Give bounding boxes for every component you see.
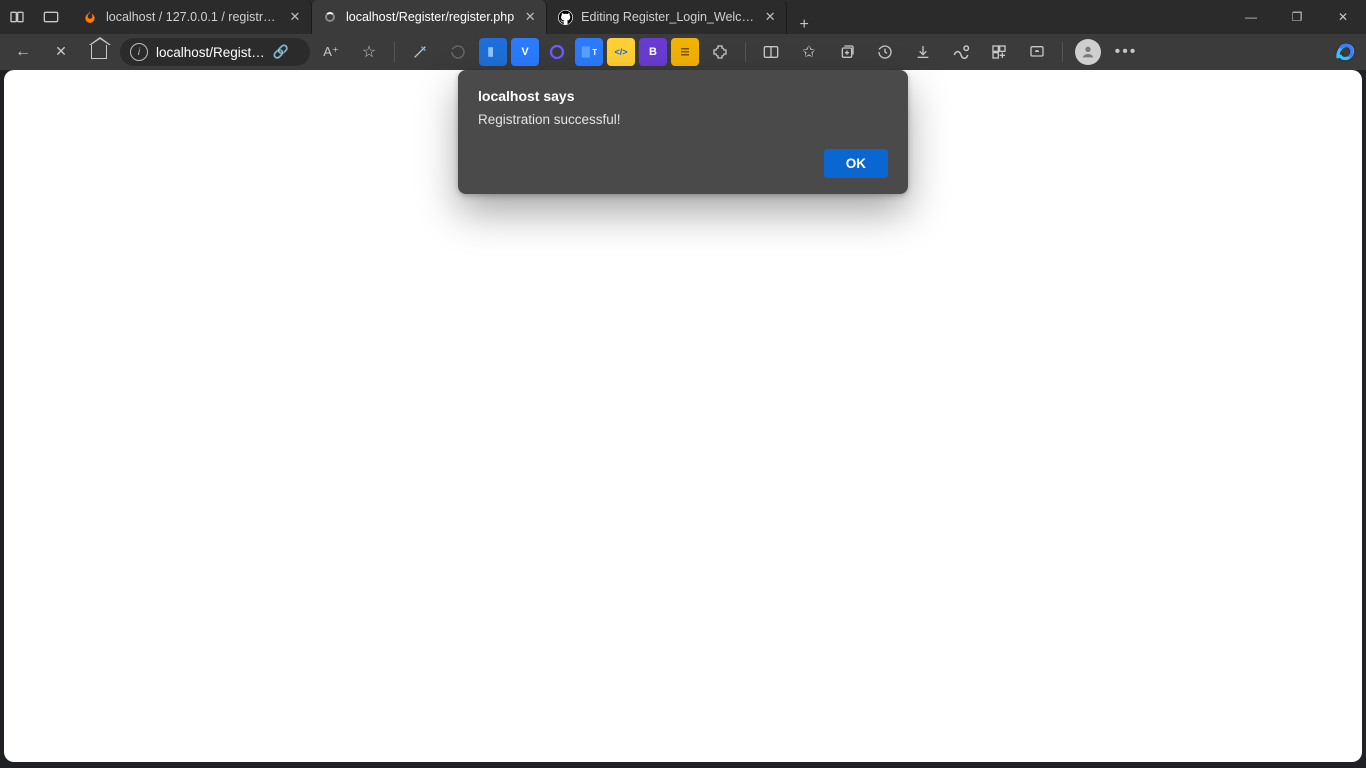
dialog-title: localhost says bbox=[478, 88, 888, 104]
favorites-star-icon[interactable]: ☆ bbox=[352, 37, 386, 67]
flame-icon bbox=[82, 9, 98, 25]
minimize-button[interactable]: — bbox=[1228, 0, 1274, 34]
extension-blue-square-icon[interactable] bbox=[479, 38, 507, 66]
tab-register-php[interactable]: localhost/Register/register.php ✕ bbox=[312, 0, 547, 34]
extension-b-icon[interactable]: B bbox=[639, 38, 667, 66]
maximize-button[interactable]: ❐ bbox=[1274, 0, 1320, 34]
avatar-icon bbox=[1075, 39, 1101, 65]
address-bar[interactable]: i localhost/Regist… 🔗 bbox=[120, 38, 310, 66]
loading-icon bbox=[322, 9, 338, 25]
copilot-icon[interactable] bbox=[1330, 36, 1362, 68]
window-controls: — ❐ ✕ bbox=[1228, 0, 1366, 34]
new-tab-button[interactable]: + bbox=[787, 16, 821, 34]
apps-icon[interactable] bbox=[982, 37, 1016, 67]
refresh-disabled-icon bbox=[441, 37, 475, 67]
performance-icon[interactable] bbox=[944, 37, 978, 67]
ie-mode-icon[interactable] bbox=[1020, 37, 1054, 67]
collections-icon[interactable] bbox=[830, 37, 864, 67]
home-button[interactable] bbox=[82, 37, 116, 67]
tab-title: localhost / 127.0.0.1 / registratio bbox=[106, 10, 279, 24]
dialog-actions: OK bbox=[478, 149, 888, 178]
more-menu-icon[interactable]: ••• bbox=[1109, 37, 1143, 67]
toolbar: i localhost/Regist… 🔗 A⁺ ☆ V T </> B bbox=[0, 34, 1366, 70]
tab-title: Editing Register_Login_Welcome bbox=[581, 10, 754, 24]
separator bbox=[1062, 42, 1063, 62]
github-icon bbox=[557, 9, 573, 25]
viewport: localhost says Registration successful! … bbox=[0, 70, 1366, 768]
tab-title: localhost/Register/register.php bbox=[346, 10, 514, 24]
back-button[interactable] bbox=[6, 37, 40, 67]
extension-t-icon[interactable]: T bbox=[575, 38, 603, 66]
extension-code-icon[interactable]: </> bbox=[607, 38, 635, 66]
tab-phpmyadmin[interactable]: localhost / 127.0.0.1 / registratio ✕ bbox=[72, 0, 312, 34]
favorites-icon[interactable]: ✩ bbox=[792, 37, 826, 67]
close-icon[interactable]: ✕ bbox=[762, 9, 778, 25]
extension-v-icon[interactable]: V bbox=[511, 38, 539, 66]
site-info-icon[interactable]: i bbox=[130, 43, 148, 61]
profile-avatar[interactable] bbox=[1071, 37, 1105, 67]
tab-actions-icon[interactable] bbox=[34, 0, 68, 34]
history-icon[interactable] bbox=[868, 37, 902, 67]
close-window-button[interactable]: ✕ bbox=[1320, 0, 1366, 34]
extension-circle-icon[interactable] bbox=[543, 38, 571, 66]
close-icon[interactable]: ✕ bbox=[287, 9, 303, 25]
read-aloud-icon[interactable]: A⁺ bbox=[314, 37, 348, 67]
svg-text:T: T bbox=[592, 48, 597, 57]
extensions-menu-icon[interactable] bbox=[703, 37, 737, 67]
separator bbox=[745, 42, 746, 62]
wand-icon[interactable] bbox=[403, 37, 437, 67]
url-text: localhost/Regist… bbox=[156, 45, 265, 60]
extension-lines-icon[interactable] bbox=[671, 38, 699, 66]
separator bbox=[394, 42, 395, 62]
close-icon[interactable]: ✕ bbox=[522, 9, 538, 25]
titlebar: localhost / 127.0.0.1 / registratio ✕ lo… bbox=[0, 0, 1366, 34]
split-screen-icon[interactable] bbox=[754, 37, 788, 67]
downloads-icon[interactable] bbox=[906, 37, 940, 67]
tab-strip: localhost / 127.0.0.1 / registratio ✕ lo… bbox=[72, 0, 821, 34]
js-alert-dialog: localhost says Registration successful! … bbox=[458, 70, 908, 194]
link-icon[interactable]: 🔗 bbox=[273, 44, 289, 60]
tab-github-editing[interactable]: Editing Register_Login_Welcome ✕ bbox=[547, 0, 787, 34]
workspaces-icon[interactable] bbox=[0, 0, 34, 34]
extensions-row: V T </> B bbox=[403, 37, 737, 67]
dialog-message: Registration successful! bbox=[478, 112, 888, 127]
stop-button[interactable] bbox=[44, 37, 78, 67]
ok-button[interactable]: OK bbox=[824, 149, 888, 178]
